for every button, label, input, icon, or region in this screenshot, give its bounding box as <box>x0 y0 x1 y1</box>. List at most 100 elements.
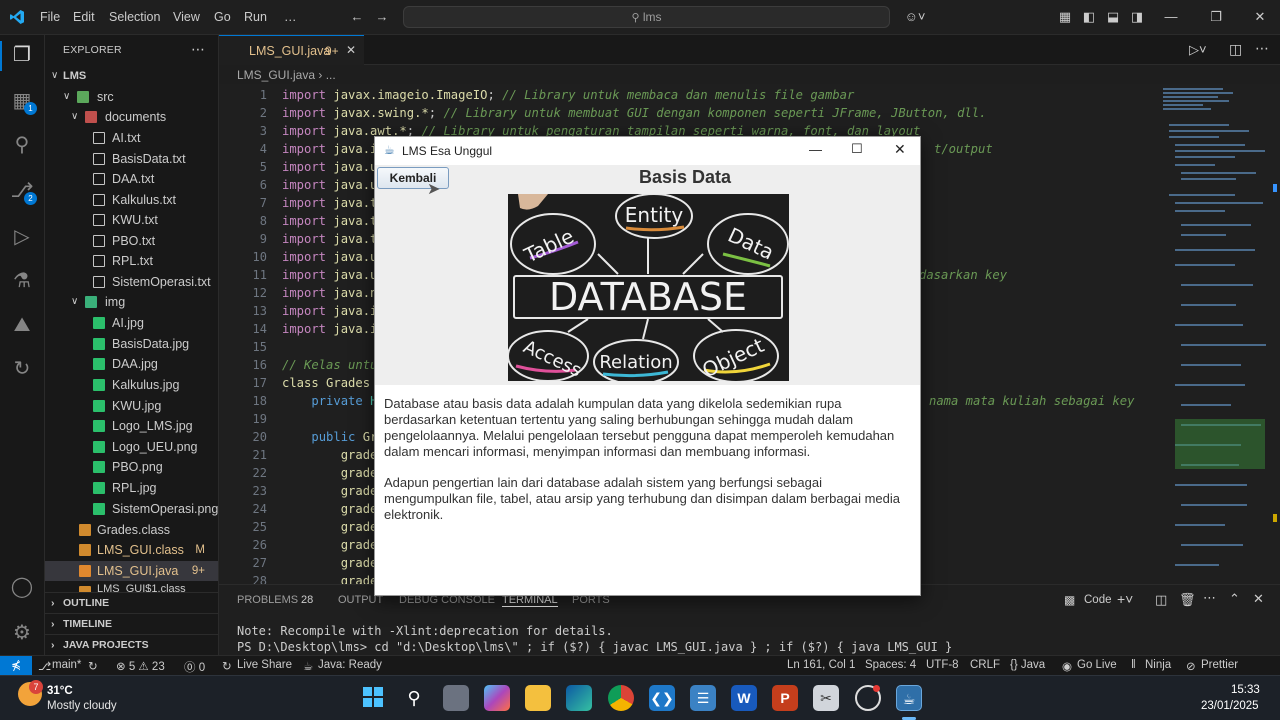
ninja[interactable]: Ninja <box>1145 659 1171 671</box>
edge-icon[interactable] <box>566 685 592 711</box>
file-item[interactable]: Kalkulus.txt <box>45 190 218 210</box>
search-icon[interactable]: ⚲ <box>8 131 36 159</box>
file-item[interactable]: Kalkulus.jpg <box>45 375 218 395</box>
maximize-panel-icon[interactable]: ⌃ <box>1229 591 1240 607</box>
indentation[interactable]: Spaces: 4 <box>865 659 916 671</box>
toggle-sidebar-icon[interactable]: ◧ <box>1081 9 1097 25</box>
file-item[interactable]: BasisData.txt <box>45 149 218 169</box>
more-actions-icon[interactable]: ⋯ <box>1203 590 1216 606</box>
explorer-icon[interactable]: ❐ <box>8 41 36 69</box>
file-item[interactable]: Logo_UEU.png <box>45 437 218 457</box>
word-icon[interactable]: W <box>731 685 757 711</box>
toggle-secondary-sidebar-icon[interactable]: ◨ <box>1129 9 1145 25</box>
restore-icon[interactable]: ❐ <box>1208 9 1224 25</box>
git-branch[interactable]: main* <box>52 659 81 671</box>
file-item[interactable]: DAA.txt <box>45 169 218 189</box>
forward-arrow-icon[interactable]: → <box>374 9 390 25</box>
notepad-icon[interactable]: ☰ <box>690 685 716 711</box>
file-lmsgui-class[interactable]: LMS_GUI.class M <box>45 540 218 560</box>
minimize-icon[interactable]: — <box>1163 9 1179 25</box>
java-projects-section[interactable]: › JAVA PROJECTS <box>45 634 218 655</box>
file-lmsgui-java[interactable]: LMS_GUI.java 9+ <box>45 561 218 581</box>
tab-lms-gui-java[interactable]: LMS_GUI.java 9+ ✕ <box>219 35 364 65</box>
terminal-profile-label[interactable]: Code <box>1084 594 1112 606</box>
folder-img[interactable]: ∨ img <box>45 292 218 312</box>
close-panel-icon[interactable]: ✕ <box>1253 591 1264 607</box>
more-actions-icon[interactable]: ⋯ <box>1255 40 1269 57</box>
search-icon[interactable]: ⚲ <box>401 685 427 711</box>
close-tab-icon[interactable]: ✕ <box>346 43 356 57</box>
minimize-icon[interactable]: — <box>809 142 822 157</box>
ports-status[interactable]: ⓪ 0 <box>184 659 205 675</box>
back-arrow-icon[interactable]: ← <box>349 9 365 25</box>
new-terminal-icon[interactable]: +˅ <box>1117 591 1133 607</box>
file-grades-class[interactable]: Grades.class <box>45 520 218 540</box>
folder-src[interactable]: ∨ src <box>45 87 218 107</box>
go-live[interactable]: Go Live <box>1077 659 1117 671</box>
command-center-search[interactable]: ⚲ lms <box>403 6 890 28</box>
toggle-panel-icon[interactable]: ⬓ <box>1105 9 1121 25</box>
tab-problems[interactable]: PROBLEMS <box>237 594 298 606</box>
account-icon[interactable]: ◯ <box>8 573 36 601</box>
sync-icon[interactable]: ↻ <box>88 659 98 673</box>
task-view-icon[interactable] <box>443 685 469 711</box>
customize-layout-icon[interactable]: ▦ <box>1057 9 1073 25</box>
split-editor-icon[interactable]: ◫ <box>1229 41 1242 58</box>
file-item[interactable]: RPL.txt <box>45 251 218 271</box>
run-icon[interactable]: ▷˅ <box>1189 42 1207 58</box>
file-explorer-icon[interactable] <box>525 685 551 711</box>
java-status[interactable]: Java: Ready <box>318 659 382 671</box>
outline-section[interactable]: › OUTLINE <box>45 592 218 613</box>
folder-lms[interactable]: ∨ LMS <box>45 66 218 86</box>
close-icon[interactable]: ✕ <box>1252 9 1268 25</box>
remote-explorer-icon[interactable]: ↻ <box>8 355 36 383</box>
menu-file[interactable]: File <box>40 10 60 24</box>
encoding[interactable]: UTF-8 <box>926 659 959 671</box>
docker-icon[interactable]: ⛰ <box>8 311 36 339</box>
cursor-position[interactable]: Ln 161, Col 1 <box>787 659 855 671</box>
chrome-icon[interactable] <box>608 685 634 711</box>
live-share[interactable]: Live Share <box>237 659 292 671</box>
file-item[interactable]: PBO.png <box>45 457 218 477</box>
file-item[interactable]: AI.jpg <box>45 313 218 333</box>
line-ending[interactable]: CRLF <box>970 659 1000 671</box>
menu-view[interactable]: View <box>173 10 200 24</box>
powerpoint-icon[interactable]: P <box>772 685 798 711</box>
settings-gear-icon[interactable]: ⚙ <box>8 619 36 647</box>
timeline-section[interactable]: › TIMELINE <box>45 613 218 634</box>
more-actions-icon[interactable]: ⋯ <box>191 41 205 58</box>
copilot-icon[interactable]: ☺˅ <box>903 9 927 25</box>
file-item[interactable]: PBO.txt <box>45 231 218 251</box>
start-icon[interactable] <box>360 685 386 711</box>
file-item[interactable]: BasisData.jpg <box>45 334 218 354</box>
file-item[interactable]: KWU.txt <box>45 210 218 230</box>
run-debug-icon[interactable]: ▷ <box>8 223 36 251</box>
file-lmsgui1-class[interactable]: LMS_GUI$1.class <box>45 582 218 592</box>
maximize-icon[interactable]: ☐ <box>851 141 863 157</box>
folder-documents[interactable]: ∨ documents <box>45 107 218 127</box>
file-item[interactable]: SistemOperasi.png <box>45 499 218 519</box>
menu-selection[interactable]: Selection <box>109 10 160 24</box>
menu-run[interactable]: Run <box>244 10 267 24</box>
copilot-icon[interactable] <box>484 685 510 711</box>
file-item[interactable]: SistemOperasi.txt <box>45 272 218 292</box>
menu-go[interactable]: Go <box>214 10 231 24</box>
close-icon[interactable]: ✕ <box>894 141 906 158</box>
lms-window-titlebar[interactable]: ☕ LMS Esa Unggul — ☐ ✕ <box>375 137 920 165</box>
file-item[interactable]: RPL.jpg <box>45 478 218 498</box>
minimap[interactable] <box>1161 84 1280 584</box>
file-item[interactable]: DAA.jpg <box>45 354 218 374</box>
problems-status[interactable]: ⊗ 5 ⚠ 23 <box>116 659 165 673</box>
remote-indicator-icon[interactable]: ⋠ <box>0 656 32 676</box>
menu-more[interactable]: … <box>284 10 297 24</box>
clock-time[interactable]: 15:33 <box>1231 684 1260 696</box>
prettier[interactable]: Prettier <box>1201 659 1238 671</box>
vscode-taskbar-icon[interactable]: ❮❯ <box>649 685 675 711</box>
clock-date[interactable]: 23/01/2025 <box>1201 700 1259 712</box>
file-item[interactable]: AI.txt <box>45 128 218 148</box>
snipping-tool-icon[interactable]: ✂ <box>813 685 839 711</box>
split-terminal-icon[interactable]: ◫ <box>1155 592 1167 608</box>
file-item[interactable]: KWU.jpg <box>45 396 218 416</box>
language-mode[interactable]: {} Java <box>1010 659 1045 671</box>
breadcrumb[interactable]: LMS_GUI.java › ... <box>237 68 336 82</box>
